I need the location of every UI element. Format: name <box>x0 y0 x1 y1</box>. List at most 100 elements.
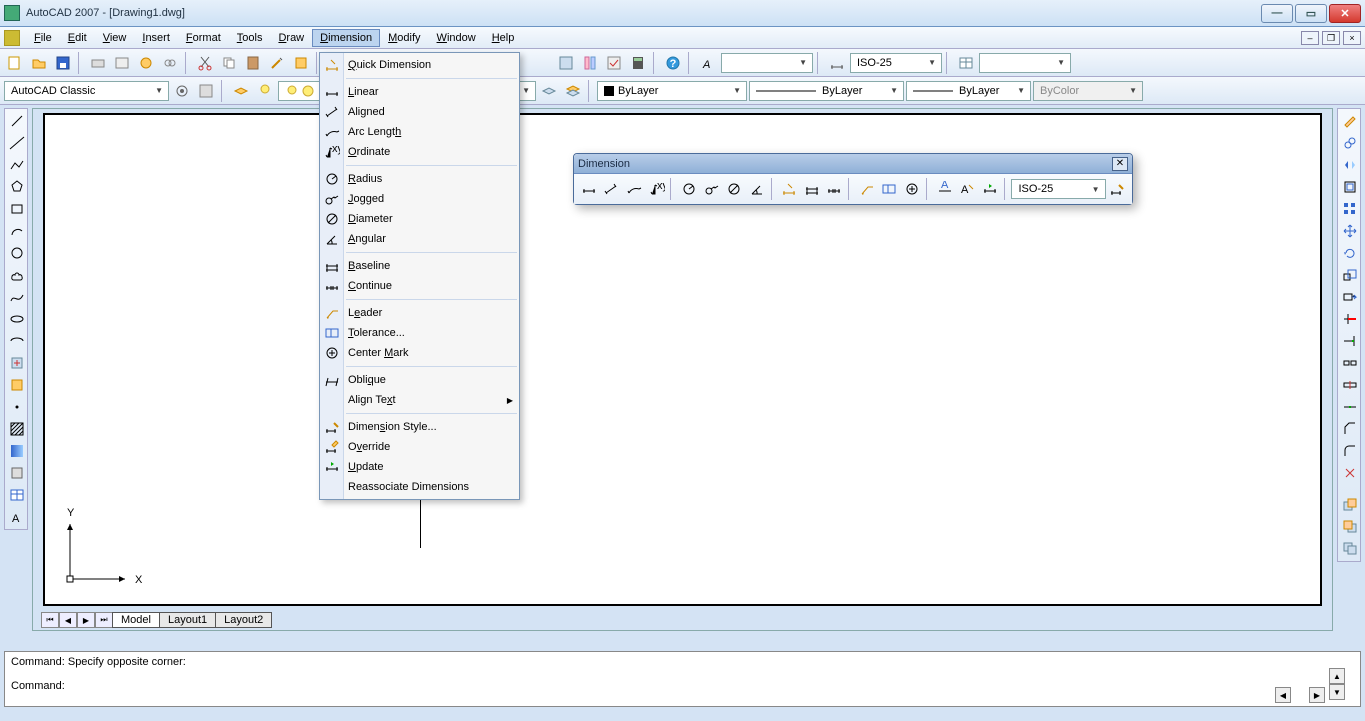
region-button[interactable] <box>7 463 27 483</box>
help-button[interactable]: ? <box>662 52 684 74</box>
dim-tb-baseline-button[interactable] <box>801 178 823 200</box>
menu-item-arc-length[interactable]: Arc Length <box>320 122 519 142</box>
menu-item-quick-dimension[interactable]: Quick Dimension <box>320 55 519 75</box>
trim-button[interactable] <box>1340 309 1360 329</box>
menu-window[interactable]: Window <box>429 29 484 47</box>
minimize-button[interactable]: — <box>1261 4 1293 23</box>
command-line[interactable]: Command: Specify opposite corner: Comman… <box>4 651 1361 707</box>
menu-dimension[interactable]: Dimension <box>312 29 380 47</box>
offset-button[interactable] <box>1340 177 1360 197</box>
menu-tools[interactable]: Tools <box>229 29 271 47</box>
menu-insert[interactable]: Insert <box>134 29 178 47</box>
tool-palettes-button[interactable] <box>579 52 601 74</box>
circle-button[interactable] <box>7 243 27 263</box>
paste-button[interactable] <box>242 52 264 74</box>
workspace-combo[interactable]: AutoCAD Classic▼ <box>4 81 169 101</box>
dim-tb-centermark-button[interactable] <box>901 178 923 200</box>
line-button[interactable] <box>7 111 27 131</box>
cmd-scroll-down[interactable]: ▼ <box>1329 684 1345 700</box>
dim-style-combo[interactable]: ISO-25▼ <box>850 53 942 73</box>
construction-line-button[interactable] <box>7 133 27 153</box>
copy-button[interactable] <box>218 52 240 74</box>
dim-tb-jogged-button[interactable] <box>701 178 723 200</box>
menu-item-reassociate-dimensions[interactable]: Reassociate Dimensions <box>320 477 519 497</box>
dim-toolbar-style-combo[interactable]: ISO-25▼ <box>1011 179 1105 199</box>
plotstyle-combo[interactable]: ByColor▼ <box>1033 81 1143 101</box>
menu-item-radius[interactable]: Radius <box>320 169 519 189</box>
qcalc-button[interactable] <box>627 52 649 74</box>
dimension-toolbar-header[interactable]: Dimension ✕ <box>574 154 1132 174</box>
text-style-combo[interactable]: ▼ <box>721 53 813 73</box>
mtext-button[interactable]: A <box>7 507 27 527</box>
dim-tb-radius-button[interactable] <box>678 178 700 200</box>
scale-button[interactable] <box>1340 265 1360 285</box>
mdi-minimize-button[interactable]: – <box>1301 31 1319 45</box>
dim-tb-linear-button[interactable] <box>578 178 600 200</box>
point-button[interactable] <box>7 397 27 417</box>
dimension-toolbar-close[interactable]: ✕ <box>1112 157 1128 171</box>
rectangle-button[interactable] <box>7 199 27 219</box>
polyline-button[interactable] <box>7 155 27 175</box>
join-button[interactable] <box>1340 397 1360 417</box>
menu-item-diameter[interactable]: Diameter <box>320 209 519 229</box>
cut-button[interactable] <box>194 52 216 74</box>
fillet-button[interactable] <box>1340 441 1360 461</box>
workspace-settings-button[interactable] <box>171 80 193 102</box>
ellipse-button[interactable] <box>7 309 27 329</box>
menu-file[interactable]: File <box>26 29 60 47</box>
dim-tb-dimtedit-button[interactable]: A <box>956 178 978 200</box>
menu-draw[interactable]: Draw <box>270 29 312 47</box>
dim-tb-diameter-button[interactable] <box>723 178 745 200</box>
dim-tb-dimstyle-button[interactable] <box>1107 178 1129 200</box>
menu-item-jogged[interactable]: Jogged <box>320 189 519 209</box>
menu-item-override[interactable]: Override <box>320 437 519 457</box>
dim-tb-qdim-button[interactable] <box>778 178 800 200</box>
publish-button[interactable] <box>135 52 157 74</box>
polygon-button[interactable] <box>7 177 27 197</box>
color-combo[interactable]: ByLayer▼ <box>597 81 747 101</box>
menu-item-update[interactable]: Update <box>320 457 519 477</box>
tab-layout2[interactable]: Layout2 <box>215 612 272 628</box>
lineweight-combo[interactable]: ByLayer▼ <box>906 81 1031 101</box>
menu-item-align-text[interactable]: Align Text▶ <box>320 390 519 410</box>
maximize-button[interactable]: ▭ <box>1295 4 1327 23</box>
menu-item-linear[interactable]: Linear <box>320 82 519 102</box>
menu-format[interactable]: Format <box>178 29 229 47</box>
tab-layout1[interactable]: Layout1 <box>159 612 216 628</box>
arc-button[interactable] <box>7 221 27 241</box>
break-at-point-button[interactable] <box>1340 375 1360 395</box>
cmd-hscroll-left[interactable]: ◀ <box>1275 687 1291 703</box>
table-button[interactable] <box>7 485 27 505</box>
stretch-button[interactable] <box>1340 287 1360 307</box>
tab-model[interactable]: Model <box>112 612 160 628</box>
gradient-button[interactable] <box>7 441 27 461</box>
spline-button[interactable] <box>7 287 27 307</box>
mirror-button[interactable] <box>1340 155 1360 175</box>
menu-item-center-mark[interactable]: Center Mark <box>320 343 519 363</box>
link-button[interactable] <box>159 52 181 74</box>
blockeditor-button[interactable] <box>290 52 312 74</box>
dim-tb-angular-button[interactable] <box>746 178 768 200</box>
matchprop-button[interactable] <box>266 52 288 74</box>
explode-button[interactable] <box>1340 463 1360 483</box>
draworder2-button[interactable] <box>1340 517 1360 537</box>
new-button[interactable] <box>4 52 26 74</box>
chamfer-button[interactable] <box>1340 419 1360 439</box>
dim-tb-leader-button[interactable] <box>856 178 878 200</box>
layer-state-button[interactable] <box>562 80 584 102</box>
menu-item-baseline[interactable]: Baseline <box>320 256 519 276</box>
draworder-button[interactable] <box>1340 495 1360 515</box>
menu-item-leader[interactable]: Leader <box>320 303 519 323</box>
menu-item-continue[interactable]: Continue <box>320 276 519 296</box>
save-button[interactable] <box>52 52 74 74</box>
layer-filter-button[interactable] <box>254 80 276 102</box>
dimension-toolbar[interactable]: Dimension ✕ xyAAISO-25▼ <box>573 153 1133 205</box>
ellipse-arc-button[interactable] <box>7 331 27 351</box>
my-workspace-button[interactable] <box>195 80 217 102</box>
markup-button[interactable] <box>603 52 625 74</box>
menu-view[interactable]: View <box>95 29 135 47</box>
close-button[interactable]: ✕ <box>1329 4 1361 23</box>
menu-item-aligned[interactable]: Aligned <box>320 102 519 122</box>
tab-nav-last[interactable]: ⏭ <box>95 612 113 628</box>
dim-tb-ordinate-button[interactable]: xy <box>646 178 668 200</box>
